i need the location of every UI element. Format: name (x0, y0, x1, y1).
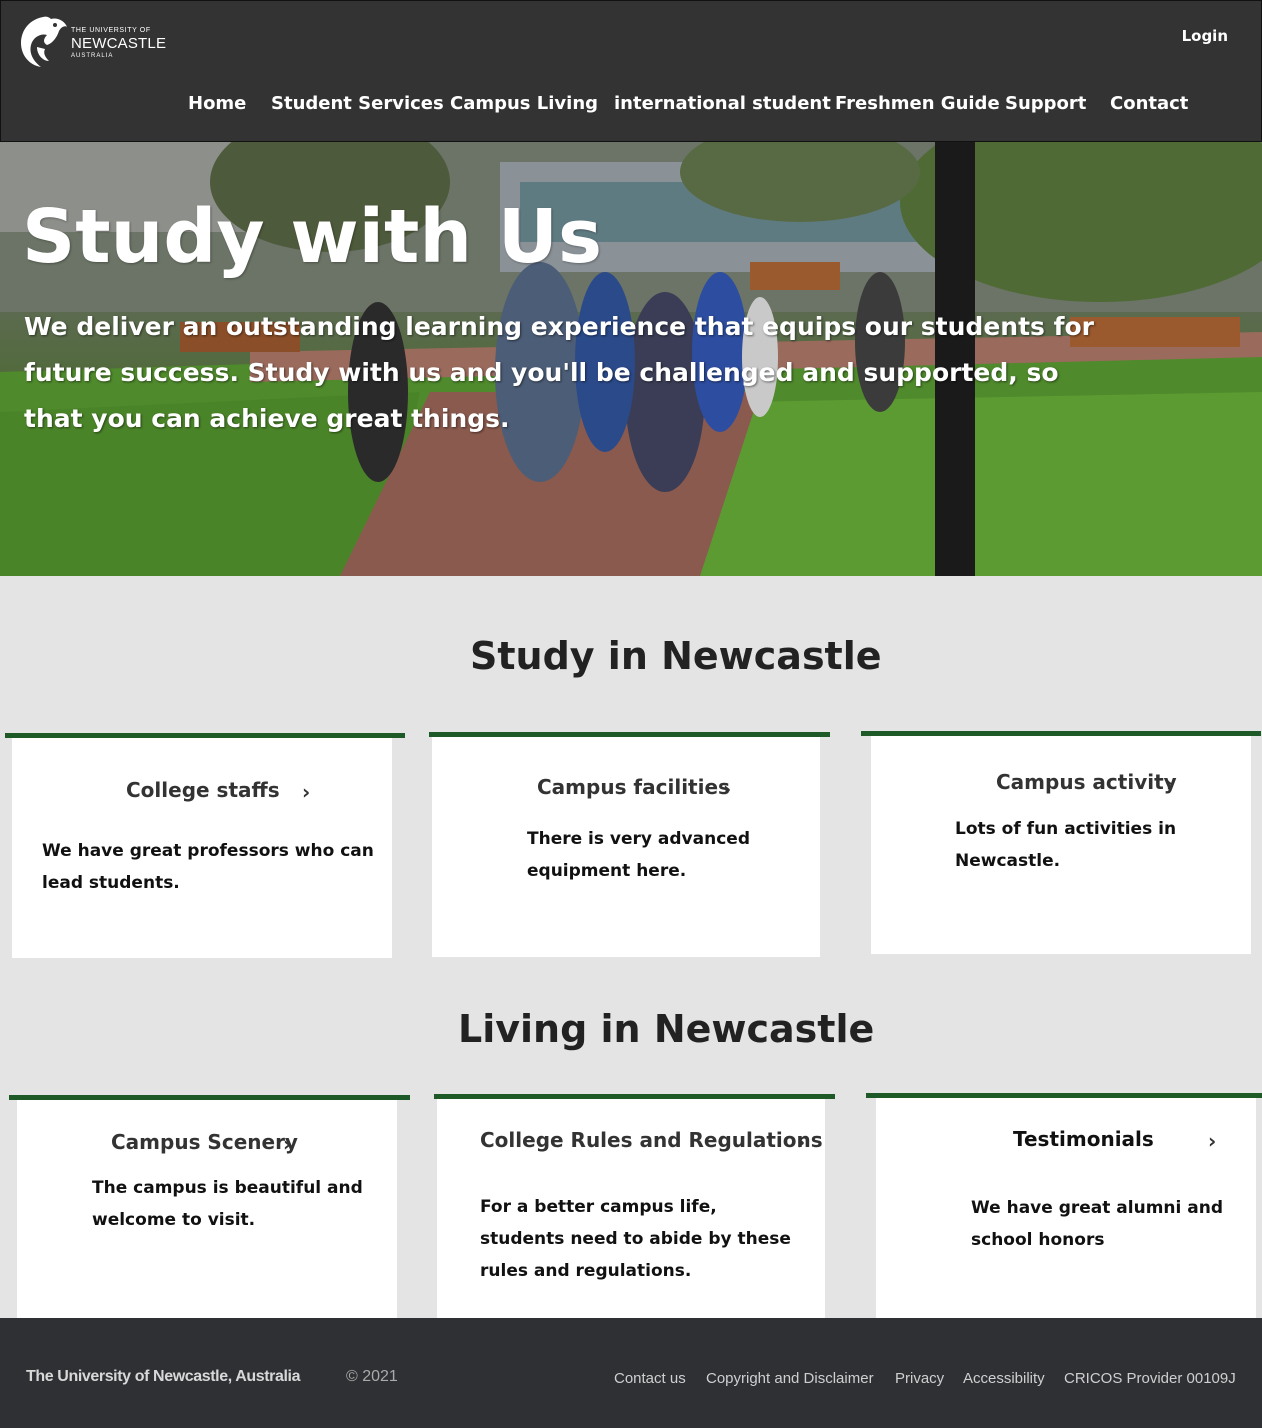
nav-home[interactable]: Home (188, 93, 246, 114)
card-text: We have great alumni and school honors (971, 1198, 1224, 1250)
card-campus-activity[interactable]: Campus activity › Lots of fun activities… (871, 736, 1251, 954)
card-college-rules[interactable]: College Rules and Regulations › For a be… (437, 1099, 825, 1320)
card-title: Campus activity (996, 770, 1177, 794)
chevron-right-icon: › (723, 777, 732, 801)
footer-link-cricos[interactable]: CRICOS Provider 00109J (1064, 1370, 1236, 1387)
university-logo[interactable]: THE UNIVERSITY OF NEWCASTLE AUSTRALIA (13, 13, 173, 69)
footer-copyright: © 2021 (346, 1368, 398, 1385)
logo-line-2: NEWCASTLE (71, 35, 167, 52)
hero-banner: Study with Us We deliver an outstanding … (0, 142, 1262, 576)
login-link[interactable]: Login (1182, 27, 1228, 45)
card-title: Campus facilities (537, 775, 730, 799)
card-college-staffs[interactable]: College staffs › We have great professor… (12, 738, 392, 958)
nav-support[interactable]: Support (1005, 93, 1086, 114)
footer-link-privacy[interactable]: Privacy (895, 1370, 944, 1387)
card-text: For a better campus life, students need … (480, 1197, 791, 1281)
hero-title: Study with Us (22, 194, 603, 280)
card-testimonials[interactable]: Testimonials › We have great alumni and … (876, 1098, 1256, 1320)
chevron-right-icon: › (797, 1130, 806, 1154)
card-title: College Rules and Regulations (480, 1128, 823, 1152)
nav-campus-living[interactable]: Campus Living (450, 93, 598, 114)
site-header: THE UNIVERSITY OF NEWCASTLE AUSTRALIA Lo… (0, 0, 1262, 142)
card-campus-facilities[interactable]: Campus facilities › There is very advanc… (432, 737, 820, 957)
nav-freshmen-guide[interactable]: Freshmen Guide (835, 93, 1000, 114)
site-footer: The University of Newcastle, Australia ©… (0, 1318, 1262, 1428)
footer-university-name: The University of Newcastle, Australia (26, 1368, 301, 1385)
chevron-right-icon: › (283, 1132, 292, 1156)
living-section-title: Living in Newcastle (458, 1007, 875, 1051)
study-section-title: Study in Newcastle (470, 634, 882, 678)
main-nav: Home Student Services Campus Living inte… (1, 93, 1262, 121)
nav-student-services[interactable]: Student Services (271, 93, 444, 114)
card-text: Lots of fun activities in Newcastle. (955, 819, 1177, 871)
seahorse-logo-icon (21, 16, 67, 67)
chevron-right-icon: › (1166, 772, 1175, 796)
logo-line-3: AUSTRALIA (71, 53, 114, 59)
footer-link-accessibility[interactable]: Accessibility (963, 1370, 1045, 1387)
chevron-right-icon: › (1208, 1129, 1217, 1153)
nav-contact[interactable]: Contact (1110, 93, 1188, 114)
card-title: Testimonials (1013, 1127, 1154, 1151)
card-text: There is very advanced equipment here. (527, 829, 750, 881)
card-campus-scenery[interactable]: Campus Scenery › The campus is beautiful… (17, 1100, 397, 1320)
chevron-right-icon: › (302, 780, 311, 804)
card-title: Campus Scenery (111, 1130, 298, 1154)
card-text: The campus is beautiful and welcome to v… (92, 1178, 363, 1230)
footer-link-contact[interactable]: Contact us (614, 1370, 686, 1387)
hero-description: We deliver an outstanding learning exper… (24, 312, 1094, 433)
logo-wordmark: THE UNIVERSITY OF NEWCASTLE AUSTRALIA (71, 27, 166, 59)
card-title: College staffs (126, 778, 280, 802)
card-text: We have great professors who can lead st… (42, 841, 374, 893)
logo-line-1: THE UNIVERSITY OF (71, 27, 151, 34)
footer-link-copyright[interactable]: Copyright and Disclaimer (706, 1370, 874, 1387)
nav-international-student[interactable]: international student (614, 93, 831, 114)
